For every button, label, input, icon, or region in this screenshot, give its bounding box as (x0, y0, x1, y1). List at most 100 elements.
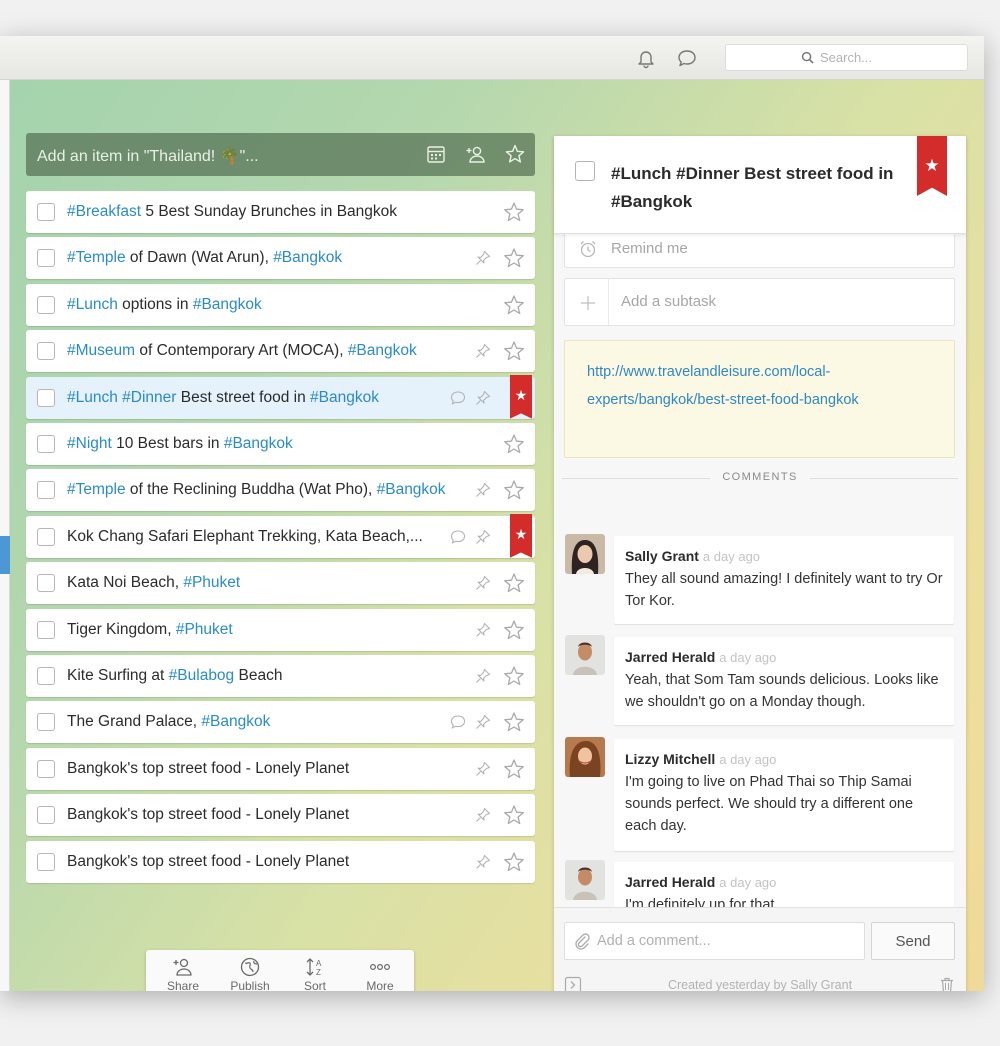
star-icon[interactable] (502, 850, 526, 874)
pin-icon[interactable] (474, 342, 492, 360)
task-title[interactable]: #Temple of the Reclining Buddha (Wat Pho… (67, 481, 446, 499)
comment-input[interactable] (597, 933, 847, 949)
trash-icon[interactable] (938, 976, 956, 991)
add-item-bar[interactable]: Add an item in "Thailand! 🌴"... (26, 133, 535, 176)
hashtag-link[interactable]: #Bangkok (193, 296, 262, 313)
hashtag-link[interactable]: #Bulabog (169, 667, 235, 684)
hashtag-link[interactable]: #Breakfast (67, 203, 141, 220)
task-title[interactable]: Tiger Kingdom, #Phuket (67, 621, 233, 639)
chat-icon[interactable] (676, 47, 698, 69)
star-ribbon[interactable]: ★ (510, 513, 532, 558)
hashtag-link[interactable]: #Lunch (67, 389, 118, 406)
more-button[interactable]: More (350, 956, 410, 991)
task-checkbox[interactable] (37, 342, 55, 361)
publish-button[interactable]: Publish (220, 956, 280, 991)
star-icon[interactable] (502, 478, 526, 502)
task-title[interactable]: Kite Surfing at #Bulabog Beach (67, 667, 282, 685)
hashtag-link[interactable]: #Bangkok (310, 389, 379, 406)
calendar-icon[interactable] (425, 143, 447, 165)
pin-icon[interactable] (474, 481, 492, 499)
task-checkbox[interactable] (37, 667, 55, 685)
task-row[interactable]: #Temple of Dawn (Wat Arun), #Bangkok (26, 237, 535, 280)
detail-title[interactable]: #Lunch #Dinner Best street food in #Bang… (611, 160, 911, 216)
task-checkbox[interactable] (37, 759, 55, 778)
task-row[interactable]: Bangkok's top street food - Lonely Plane… (26, 747, 535, 790)
hashtag-link[interactable]: #Temple (67, 249, 126, 266)
task-row[interactable]: Bangkok's top street food - Lonely Plane… (26, 794, 535, 837)
task-checkbox[interactable] (37, 806, 55, 825)
star-icon[interactable] (502, 293, 526, 317)
hashtag-link[interactable]: #Bangkok (273, 249, 342, 266)
task-title[interactable]: #Breakfast 5 Best Sunday Brunches in Ban… (67, 203, 397, 221)
task-row[interactable]: #Lunch #Dinner Best street food in #Bang… (26, 374, 535, 419)
share-button[interactable]: Share (153, 956, 213, 991)
task-checkbox[interactable] (37, 481, 55, 500)
task-title[interactable]: #Temple of Dawn (Wat Arun), #Bangkok (67, 249, 342, 267)
task-title[interactable]: Bangkok's top street food - Lonely Plane… (67, 853, 349, 871)
task-row[interactable]: The Grand Palace, #Bangkok (26, 701, 535, 744)
bell-icon[interactable] (635, 47, 657, 69)
hashtag-link[interactable]: #Phuket (183, 574, 240, 591)
task-checkbox[interactable] (37, 295, 55, 314)
task-row[interactable]: Kite Surfing at #Bulabog Beach (26, 655, 535, 697)
task-checkbox[interactable] (37, 527, 55, 546)
task-checkbox[interactable] (37, 249, 55, 268)
hashtag-link[interactable]: #Bangkok (348, 342, 417, 359)
star-icon[interactable] (502, 200, 526, 224)
star-ribbon[interactable]: ★ (510, 374, 532, 419)
comment-author[interactable]: Lizzy Mitchell (625, 751, 715, 767)
comment-icon[interactable] (449, 389, 467, 407)
hashtag-link[interactable]: #Night (67, 435, 112, 452)
star-icon[interactable] (502, 571, 526, 595)
task-title[interactable]: The Grand Palace, #Bangkok (67, 713, 270, 731)
task-row[interactable]: Kata Noi Beach, #Phuket (26, 562, 535, 605)
search-input[interactable] (820, 50, 892, 65)
task-row[interactable]: Kok Chang Safari Elephant Trekking, Kata… (26, 513, 535, 558)
task-checkbox[interactable] (37, 435, 55, 453)
task-title[interactable]: #Lunch options in #Bangkok (67, 296, 262, 314)
task-checkbox[interactable] (37, 852, 55, 871)
comment-icon[interactable] (449, 713, 467, 731)
task-row[interactable]: #Museum of Contemporary Art (MOCA), #Ban… (26, 330, 535, 373)
pin-icon[interactable] (474, 667, 492, 685)
paperclip-icon[interactable] (573, 932, 591, 950)
task-title[interactable]: Bangkok's top street food - Lonely Plane… (67, 760, 349, 778)
star-icon[interactable] (502, 803, 526, 827)
task-row[interactable]: Tiger Kingdom, #Phuket (26, 608, 535, 651)
hashtag-link[interactable]: #Lunch (67, 296, 118, 313)
task-row[interactable]: #Breakfast 5 Best Sunday Brunches in Ban… (26, 191, 535, 233)
task-checkbox[interactable] (37, 713, 55, 732)
star-icon[interactable] (502, 710, 526, 734)
pin-icon[interactable] (474, 853, 492, 871)
comment-author[interactable]: Sally Grant (625, 548, 699, 564)
pin-icon[interactable] (474, 621, 492, 639)
add-subtask-row[interactable]: Add a subtask (564, 278, 955, 326)
pin-icon[interactable] (474, 713, 492, 731)
task-title[interactable]: #Museum of Contemporary Art (MOCA), #Ban… (67, 342, 417, 360)
star-icon[interactable] (502, 664, 526, 688)
comment-author[interactable]: Jarred Herald (625, 874, 715, 890)
task-row[interactable]: #Temple of the Reclining Buddha (Wat Pho… (26, 469, 535, 512)
star-icon[interactable] (502, 618, 526, 642)
task-checkbox[interactable] (37, 620, 55, 639)
task-title[interactable]: Kata Noi Beach, #Phuket (67, 574, 240, 592)
star-icon[interactable] (502, 432, 526, 456)
pin-icon[interactable] (474, 389, 492, 407)
search-box[interactable] (725, 44, 968, 71)
hashtag-link[interactable]: #Bangkok (377, 481, 446, 498)
pin-icon[interactable] (474, 806, 492, 824)
task-checkbox[interactable] (37, 203, 55, 221)
hashtag-link[interactable]: #Bangkok (201, 713, 270, 730)
pin-icon[interactable] (474, 574, 492, 592)
assign-user-icon[interactable] (466, 143, 488, 165)
pin-icon[interactable] (474, 528, 492, 546)
task-row[interactable]: #Lunch options in #Bangkok (26, 283, 535, 326)
task-row[interactable]: #Night 10 Best bars in #Bangkok (26, 423, 535, 465)
task-title[interactable]: #Night 10 Best bars in #Bangkok (67, 435, 293, 453)
hashtag-link[interactable]: #Bangkok (224, 435, 293, 452)
star-icon[interactable] (502, 339, 526, 363)
task-title[interactable]: #Lunch #Dinner Best street food in #Bang… (67, 389, 379, 407)
pin-icon[interactable] (474, 760, 492, 778)
comment-author[interactable]: Jarred Herald (625, 649, 715, 665)
comment-input-box[interactable] (564, 922, 865, 960)
